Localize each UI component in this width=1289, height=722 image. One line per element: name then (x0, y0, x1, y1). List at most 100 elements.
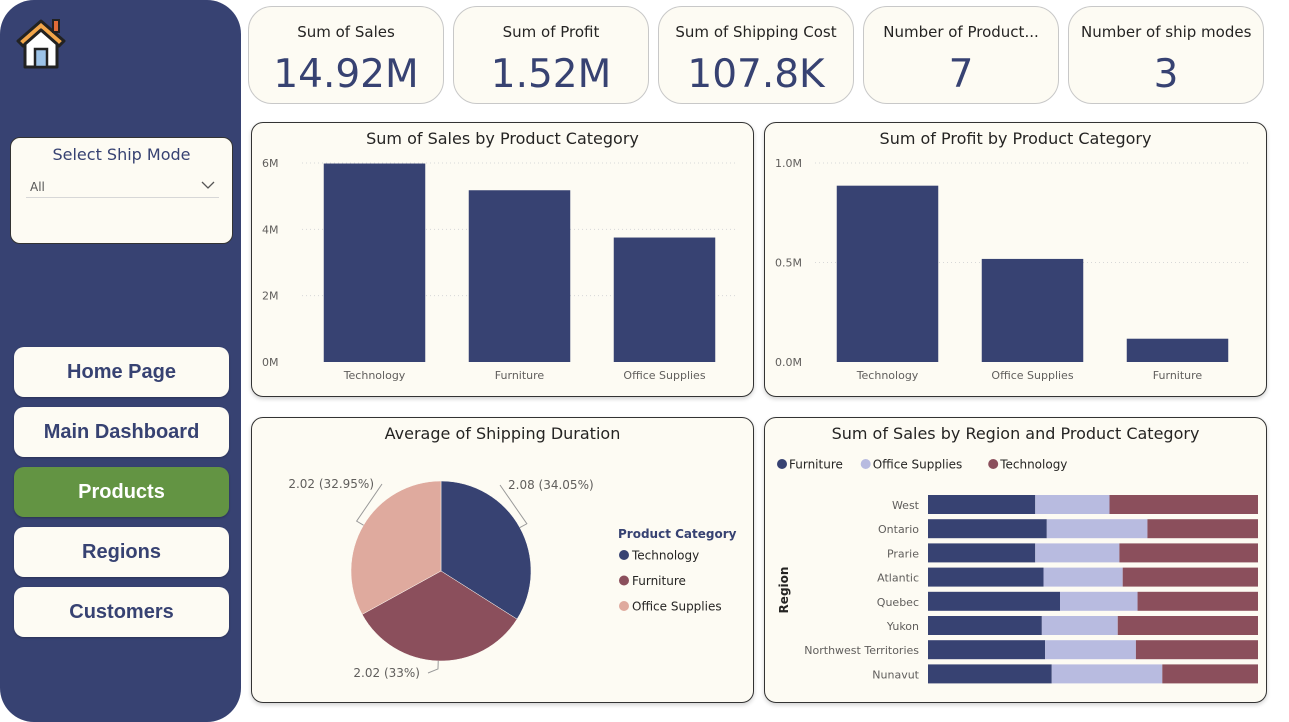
y-tick-label: 0.5M (775, 257, 802, 270)
bar-segment-prarie-furniture (928, 543, 1036, 563)
dashboard-page: Select Ship Mode All Home Page Main Dash… (0, 0, 1289, 722)
y-tick-label: Yukon (886, 620, 919, 633)
y-tick-label: 0.0M (775, 356, 802, 369)
y-tick-label: Nunavut (872, 668, 919, 681)
shipping-duration-pie-chart: 2.08 (34.05%) 2.02 (33%) 2.02 (32.95%) Prod… (288, 477, 737, 680)
bar-segment-quebec-furniture (928, 591, 1060, 611)
x-tick-label: Furniture (495, 369, 545, 382)
bar-segment-quebec-technology (1137, 591, 1258, 611)
y-tick-label: 2M (262, 290, 279, 303)
bar-segment-west-furniture (928, 495, 1036, 514)
kpi-number-of-products: Number of Product... 7 (863, 6, 1059, 104)
chevron-down-icon (201, 181, 215, 189)
kpi-label: Sum of Profit (502, 23, 600, 41)
nav-home-page-button[interactable]: Home Page (14, 347, 229, 397)
kpi-label: Number of Product... (883, 23, 1039, 41)
legend-marker (619, 575, 629, 586)
pie-data-label: 2.02 (32.95%) (288, 477, 374, 491)
nav-products-button[interactable]: Products (14, 467, 229, 517)
sales-by-region-card: Sum of Sales by Region and Product Categ… (764, 417, 1267, 703)
home-icon[interactable] (12, 14, 70, 72)
kpi-value: 107.8K (687, 52, 825, 97)
y-tick-label: Northwest Territories (804, 644, 919, 657)
bar-segment-atlantic-office-supplies (1043, 567, 1123, 587)
kpi-number-of-ship-modes: Number of ship modes 3 (1068, 6, 1264, 104)
bar-segment-yukon-technology (1117, 616, 1258, 635)
legend-marker (777, 459, 787, 469)
pie-data-label: 2.02 (33%) (353, 666, 420, 680)
bar-segment-yukon-furniture (928, 616, 1042, 635)
pie-leader-line (427, 660, 439, 674)
kpi-sum-of-shipping-cost: Sum of Shipping Cost 107.8K (658, 6, 854, 104)
y-tick-label: Ontario (878, 523, 919, 536)
bar-segment-west-office-supplies (1035, 495, 1110, 514)
bar-segment-ontario-furniture (928, 519, 1047, 539)
kpi-sum-of-sales: Sum of Sales 14.92M (248, 6, 444, 104)
y-tick-label: Prarie (887, 547, 919, 560)
y-tick-label: 6M (262, 157, 279, 170)
y-tick-label: West (892, 499, 920, 512)
ship-mode-selected: All (30, 180, 45, 194)
bar-furniture (468, 190, 571, 362)
x-tick-label: Technology (856, 369, 919, 382)
bar-segment-atlantic-technology (1122, 567, 1258, 587)
legend-marker (860, 459, 871, 469)
legend-marker (619, 550, 629, 560)
sales-by-region-chart: Furniture Office Supplies Technology Region… (777, 458, 1258, 684)
kpi-value: 3 (1153, 52, 1179, 97)
sidebar: Select Ship Mode All Home Page Main Dash… (0, 0, 241, 722)
legend-label: Office Supplies (873, 458, 963, 472)
legend-label: Office Supplies (632, 600, 722, 614)
kpi-value: 1.52M (490, 52, 612, 97)
profit-by-category-card: Sum of Profit by Product Category 0.0M 0.… (764, 122, 1267, 397)
bar-office-supplies (981, 258, 1084, 362)
bar-segment-west-technology (1109, 495, 1258, 514)
legend-title: Product Category (618, 527, 737, 541)
nav-customers-button[interactable]: Customers (14, 587, 229, 637)
bar-segment-ontario-technology (1147, 519, 1258, 539)
legend-marker (619, 601, 629, 611)
bar-technology (836, 185, 939, 362)
y-tick-label: Atlantic (877, 572, 919, 585)
y-tick-label: 1.0M (775, 157, 802, 170)
bar-segment-northwest-territories-office-supplies (1045, 640, 1136, 660)
x-tick-label: Furniture (1153, 369, 1203, 382)
legend-label: Technology (631, 549, 699, 563)
legend-marker (988, 459, 999, 469)
ship-mode-dropdown[interactable]: All (26, 176, 219, 198)
y-tick-label: Quebec (877, 596, 919, 609)
nav-main-dashboard-button[interactable]: Main Dashboard (14, 407, 229, 457)
bar-segment-prarie-technology (1119, 543, 1258, 563)
kpi-label: Number of ship modes (1081, 23, 1252, 41)
nav-regions-button[interactable]: Regions (14, 527, 229, 577)
x-tick-label: Office Supplies (623, 369, 705, 382)
kpi-label: Sum of Shipping Cost (675, 23, 837, 41)
x-tick-label: Technology (343, 369, 406, 382)
bar-segment-nunavut-office-supplies (1051, 664, 1163, 684)
bar-segment-nunavut-furniture (928, 664, 1052, 684)
y-tick-label: 0M (262, 356, 279, 369)
kpi-sum-of-profit: Sum of Profit 1.52M (453, 6, 649, 104)
sales-by-category-chart: 0M 2M 4M 6M Technology Furniture Office Suppli… (262, 157, 737, 382)
slicer-title: Select Ship Mode (52, 145, 191, 164)
y-tick-label: 4M (262, 223, 279, 236)
bar-segment-northwest-territories-furniture (928, 640, 1046, 660)
bar-segment-quebec-office-supplies (1060, 591, 1138, 611)
bar-segment-prarie-office-supplies (1035, 543, 1120, 563)
legend-label: Furniture (789, 458, 843, 472)
legend-label: Furniture (632, 574, 686, 588)
kpi-value: 7 (948, 52, 974, 97)
bar-segment-yukon-office-supplies (1041, 616, 1118, 635)
bar-office-supplies (613, 237, 716, 362)
kpi-value: 14.92M (273, 52, 419, 97)
bar-segment-ontario-office-supplies (1046, 519, 1148, 539)
ship-mode-slicer: Select Ship Mode All (10, 137, 233, 244)
profit-by-category-chart: 0.0M 0.5M 1.0M Technology Office Supplies Fur… (775, 157, 1250, 382)
bar-segment-northwest-territories-technology (1135, 640, 1258, 660)
bar-furniture (1126, 338, 1229, 362)
shipping-duration-card: Average of Shipping Duration 2.08 (34.05… (251, 417, 754, 703)
kpi-label: Sum of Sales (297, 23, 395, 41)
x-tick-label: Office Supplies (991, 369, 1073, 382)
pie-data-label: 2.08 (34.05%) (508, 478, 594, 492)
legend-label: Technology (999, 458, 1067, 472)
